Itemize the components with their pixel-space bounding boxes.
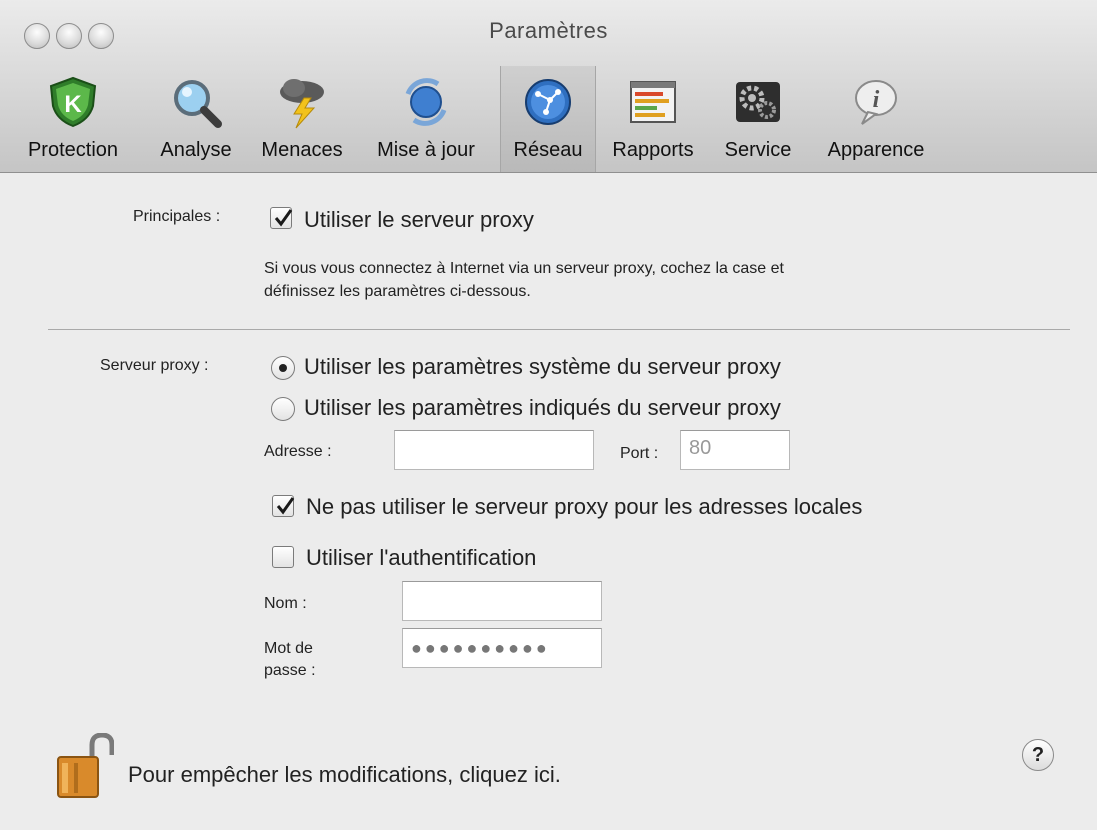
unlocked-padlock-icon[interactable]	[54, 733, 114, 801]
toolbar-service[interactable]: Service	[708, 66, 808, 172]
magnifier-icon	[174, 80, 222, 128]
checkmark-icon	[274, 209, 293, 227]
name-label: Nom :	[264, 595, 307, 612]
general-section-label: Principales :	[133, 208, 221, 225]
section-divider	[48, 329, 1070, 330]
port-label: Port :	[620, 445, 659, 462]
proxy-section-label: Serveur proxy :	[100, 357, 209, 374]
use-authentication-checkbox[interactable]	[272, 546, 294, 568]
gears-icon	[736, 82, 780, 122]
address-field[interactable]	[394, 430, 594, 470]
proxy-description-line2: définissez les paramètres ci-dessous.	[264, 283, 531, 300]
use-proxy-checkbox[interactable]	[270, 207, 293, 229]
toolbar-rapports[interactable]: Rapports	[598, 66, 708, 172]
password-label-line1: Mot de	[264, 640, 313, 657]
password-label-line2: passe :	[264, 662, 316, 679]
title-bar: Paramètres K Protection Analyse Menaces …	[0, 0, 1097, 173]
radio-selected-dot	[279, 364, 287, 372]
preferences-window: Paramètres K Protection Analyse Menaces …	[0, 0, 1097, 830]
port-field[interactable]: 80	[680, 430, 790, 470]
shield-k-icon: K	[49, 76, 97, 128]
toolbar-analyse[interactable]: Analyse	[146, 66, 246, 172]
toolbar-apparence[interactable]: i Apparence	[810, 66, 942, 172]
network-globe-icon	[525, 79, 571, 125]
report-icon	[630, 81, 676, 123]
use-proxy-label: Utiliser le serveur proxy	[304, 207, 534, 232]
system-proxy-radio[interactable]	[271, 356, 295, 380]
update-globe-icon	[405, 78, 447, 126]
toolbar-mise-a-jour[interactable]: Mise à jour	[358, 66, 494, 172]
bypass-local-label: Ne pas utiliser le serveur proxy pour le…	[306, 494, 863, 519]
svg-text:K: K	[64, 91, 82, 118]
lock-instruction-text[interactable]: Pour empêcher les modifications, cliquez…	[128, 762, 561, 788]
settings-panel: Principales : Utiliser le serveur proxy …	[0, 173, 1097, 830]
help-button[interactable]: ?	[1022, 739, 1054, 771]
window-title: Paramètres	[489, 18, 608, 43]
toolbar-menaces[interactable]: Menaces	[246, 66, 358, 172]
address-label: Adresse :	[264, 443, 332, 460]
toolbar-protection[interactable]: K Protection	[0, 66, 146, 172]
name-field[interactable]	[402, 581, 602, 621]
manual-proxy-radio[interactable]	[271, 397, 295, 421]
system-proxy-label: Utiliser les paramètres système du serve…	[304, 354, 781, 379]
svg-text:i: i	[873, 87, 880, 113]
manual-proxy-label: Utiliser les paramètres indiqués du serv…	[304, 395, 781, 420]
checkmark-icon	[276, 497, 295, 515]
toolbar-reseau[interactable]: Réseau	[500, 66, 596, 172]
storm-cloud-icon	[280, 79, 324, 129]
info-bubble-icon: i	[855, 80, 897, 125]
use-authentication-label: Utiliser l'authentification	[306, 545, 537, 570]
password-field[interactable]: ●●●●●●●●●●	[402, 628, 602, 668]
proxy-description-line1: Si vous vous connectez à Internet via un…	[264, 260, 784, 277]
bypass-local-checkbox[interactable]	[272, 495, 295, 517]
